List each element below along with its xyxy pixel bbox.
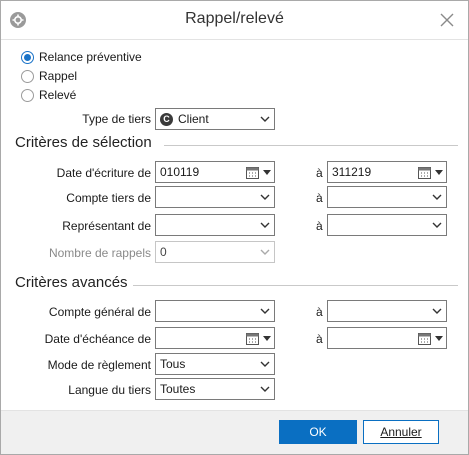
- representant-to-label: à: [316, 219, 323, 233]
- chevron-down-icon: [260, 249, 270, 255]
- chevron-down-icon: [432, 222, 442, 228]
- chevron-down-icon: [260, 116, 270, 122]
- calendar-icon[interactable]: [246, 332, 259, 345]
- window-title: Rappel/relevé: [185, 10, 284, 27]
- chevron-down-icon: [260, 361, 270, 367]
- compte-general-from-select[interactable]: [155, 300, 275, 322]
- chevron-down-icon: [260, 308, 270, 314]
- compte-general-to-label: à: [316, 305, 323, 319]
- chevron-down-icon: [260, 222, 270, 228]
- compte-tiers-to-select[interactable]: [327, 186, 447, 208]
- nombre-rappels-label: Nombre de rappels: [48, 246, 151, 260]
- date-echeance-to-input[interactable]: [327, 327, 447, 349]
- representant-to-select[interactable]: [327, 214, 447, 236]
- langue-tiers-select[interactable]: Toutes: [155, 378, 275, 400]
- radio-relance-preventive[interactable]: Relance préventive: [21, 49, 142, 65]
- dialog-window: Rappel/relevé Relance préventive Rappel …: [0, 0, 469, 455]
- mode-reglement-value: Tous: [160, 357, 186, 371]
- chevron-down-icon[interactable]: [263, 336, 271, 342]
- client-badge-icon: C: [160, 112, 173, 126]
- date-echeance-to-label: à: [316, 332, 323, 346]
- nombre-rappels-select: 0: [155, 241, 275, 263]
- chevron-down-icon: [260, 386, 270, 392]
- compte-general-label: Compte général de: [48, 305, 151, 319]
- mode-reglement-label: Mode de règlement: [47, 358, 151, 372]
- date-ecriture-to-label: à: [316, 166, 323, 180]
- close-icon: [440, 13, 454, 27]
- radio-indicator[interactable]: [21, 50, 34, 64]
- compte-tiers-to-label: à: [316, 191, 323, 205]
- langue-tiers-label: Langue du tiers: [68, 383, 151, 397]
- date-ecriture-from-input[interactable]: 010119: [155, 161, 275, 183]
- date-echeance-label: Date d'échéance de: [44, 332, 151, 346]
- type-tiers-select[interactable]: C Client: [155, 108, 275, 130]
- date-ecriture-label: Date d'écriture de: [56, 166, 151, 180]
- langue-tiers-value: Toutes: [160, 382, 196, 396]
- chevron-down-icon[interactable]: [435, 336, 443, 342]
- nombre-rappels-value: 0: [160, 245, 167, 259]
- chevron-down-icon: [432, 194, 442, 200]
- radio-releve[interactable]: Relevé: [21, 87, 76, 103]
- type-tiers-label: Type de tiers: [82, 112, 151, 126]
- representant-from-select[interactable]: [155, 214, 275, 236]
- chevron-down-icon: [432, 308, 442, 314]
- chevron-down-icon: [260, 194, 270, 200]
- compte-tiers-from-select[interactable]: [155, 186, 275, 208]
- section-title-selection: Critères de sélection: [15, 134, 152, 151]
- representant-label: Représentant de: [62, 219, 151, 233]
- date-echeance-from-input[interactable]: [155, 327, 275, 349]
- compte-tiers-label: Compte tiers de: [66, 191, 151, 205]
- cancel-button[interactable]: Annuler: [363, 420, 439, 444]
- chevron-down-icon[interactable]: [263, 170, 271, 176]
- date-ecriture-to-input[interactable]: 311219: [327, 161, 447, 183]
- radio-label: Rappel: [39, 69, 78, 83]
- ok-button[interactable]: OK: [279, 420, 357, 444]
- radio-label: Relance préventive: [39, 50, 142, 64]
- section-title-avances: Critères avancés: [15, 274, 128, 291]
- dialog-content: Relance préventive Rappel Relevé Type de…: [1, 39, 468, 409]
- calendar-icon[interactable]: [418, 332, 431, 345]
- close-button[interactable]: [437, 10, 457, 30]
- section-divider: [133, 285, 458, 286]
- radio-indicator[interactable]: [21, 88, 34, 102]
- calendar-icon[interactable]: [246, 166, 259, 179]
- cancel-button-label: Annuler: [380, 425, 422, 439]
- compte-general-to-select[interactable]: [327, 300, 447, 322]
- radio-label: Relevé: [39, 88, 77, 102]
- mode-reglement-select[interactable]: Tous: [155, 353, 275, 375]
- radio-rappel[interactable]: Rappel: [21, 68, 77, 84]
- radio-indicator[interactable]: [21, 69, 34, 83]
- section-divider: [164, 145, 458, 146]
- dialog-footer: OK Annuler: [1, 410, 468, 454]
- chevron-down-icon[interactable]: [435, 170, 443, 176]
- calendar-icon[interactable]: [418, 166, 431, 179]
- title-bar: Rappel/relevé: [1, 1, 468, 39]
